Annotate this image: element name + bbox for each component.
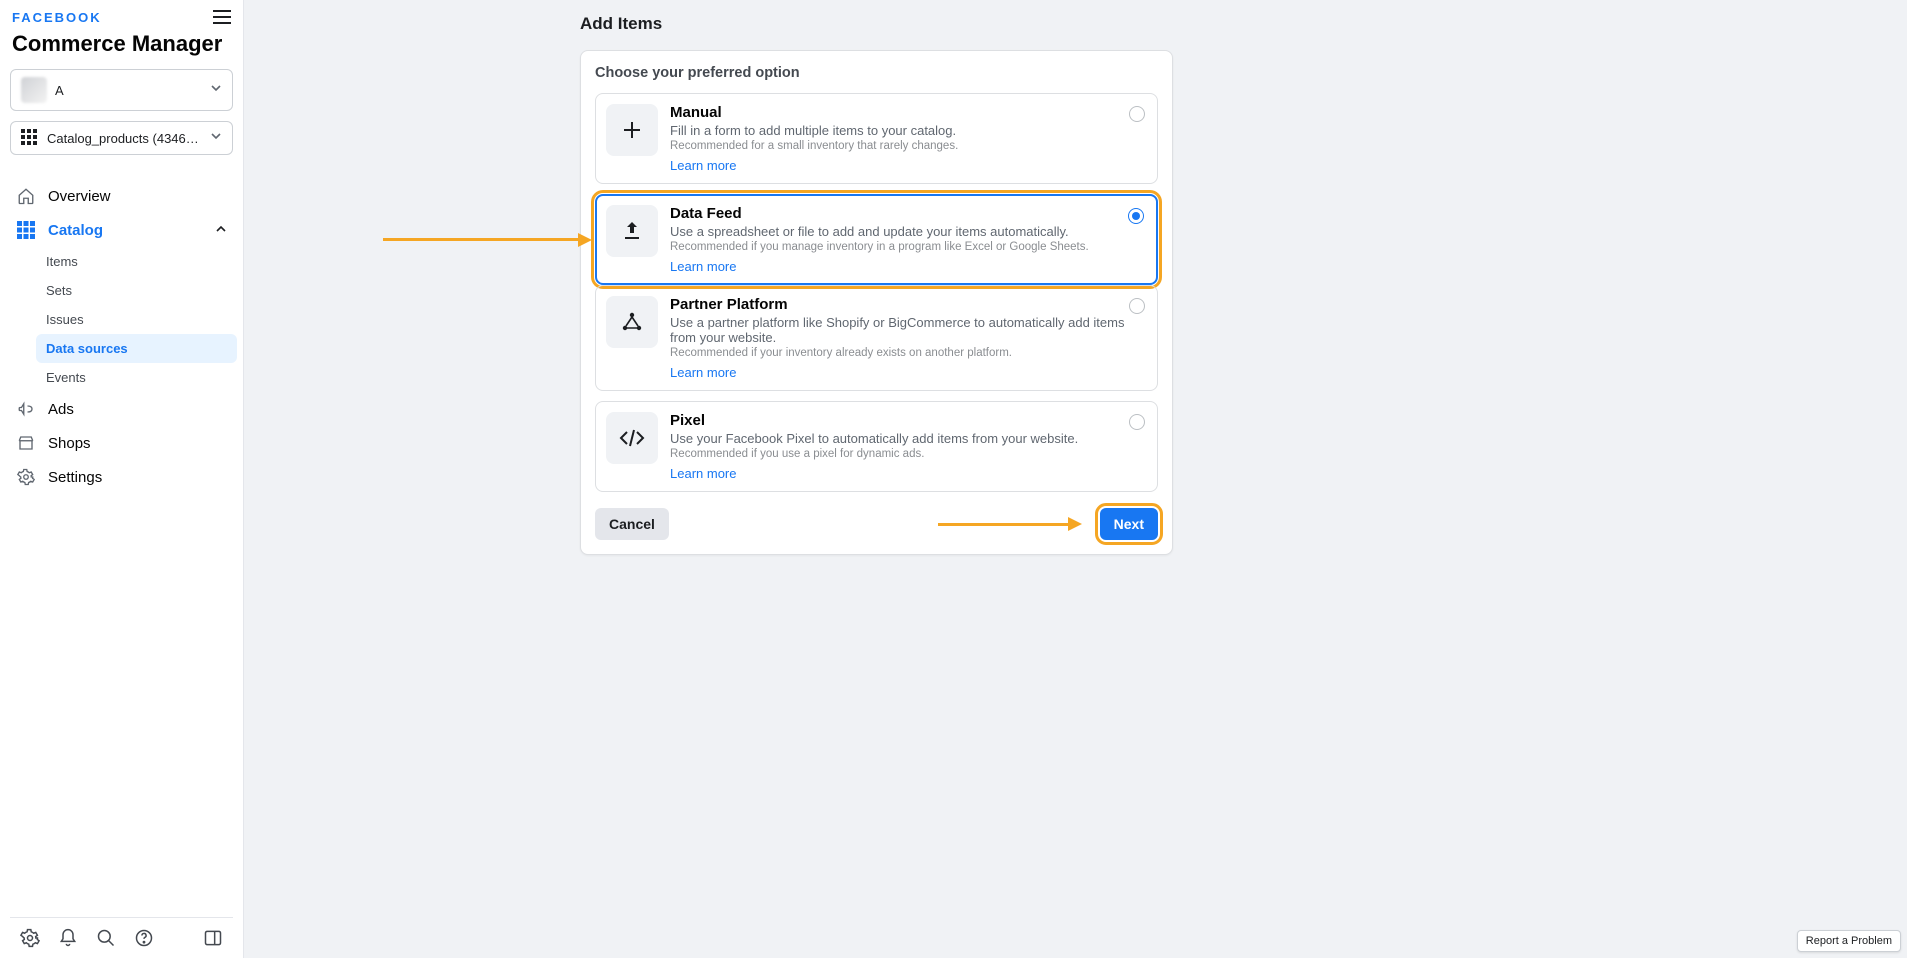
nav-overview-label: Overview xyxy=(48,188,111,205)
option-pixel-desc: Use your Facebook Pixel to automatically… xyxy=(670,431,1078,446)
megaphone-icon xyxy=(16,400,36,418)
gear-icon xyxy=(16,468,36,486)
option-manual-rec: Recommended for a small inventory that r… xyxy=(670,140,958,152)
sidebar-nav: Overview Catalog Items Sets Issues Data … xyxy=(0,175,243,917)
option-partner[interactable]: Partner Platform Use a partner platform … xyxy=(595,285,1158,391)
option-pixel-title: Pixel xyxy=(670,412,1078,429)
option-manual-title: Manual xyxy=(670,104,958,121)
option-data-feed-desc: Use a spreadsheet or file to add and upd… xyxy=(670,224,1089,239)
product-title: Commerce Manager xyxy=(12,31,231,57)
subnav-items[interactable]: Items xyxy=(36,247,237,276)
subnav-issues[interactable]: Issues xyxy=(36,305,237,334)
chevron-down-icon xyxy=(210,129,222,147)
nav-overview[interactable]: Overview xyxy=(6,179,237,213)
nav-ads[interactable]: Ads xyxy=(6,392,237,426)
catalog-subnav: Items Sets Issues Data sources Events xyxy=(6,247,237,392)
nav-settings[interactable]: Settings xyxy=(6,460,237,494)
subnav-data-sources[interactable]: Data sources xyxy=(36,334,237,363)
option-manual[interactable]: Manual Fill in a form to add multiple it… xyxy=(595,93,1158,184)
hamburger-menu-icon[interactable] xyxy=(213,10,231,24)
chevron-down-icon xyxy=(210,81,222,99)
option-manual-desc: Fill in a form to add multiple items to … xyxy=(670,123,958,138)
footer-help-icon[interactable] xyxy=(134,928,154,948)
subnav-events[interactable]: Events xyxy=(36,363,237,392)
option-pixel-radio[interactable] xyxy=(1129,414,1145,430)
sidebar: FACEBOOK Commerce Manager A Catalog_prod… xyxy=(0,0,244,958)
option-data-feed[interactable]: Data Feed Use a spreadsheet or file to a… xyxy=(595,194,1158,285)
account-label: A xyxy=(55,83,202,98)
code-icon xyxy=(606,412,658,464)
option-partner-desc: Use a partner platform like Shopify or B… xyxy=(670,315,1145,345)
partner-icon xyxy=(606,296,658,348)
catalog-label: Catalog_products (43461994... xyxy=(47,131,202,146)
nav-settings-label: Settings xyxy=(48,469,102,486)
option-pixel-link[interactable]: Learn more xyxy=(670,466,736,481)
annotation-arrow-next xyxy=(938,517,1082,531)
option-partner-link[interactable]: Learn more xyxy=(670,365,736,380)
footer-panel-icon[interactable] xyxy=(203,928,223,948)
option-partner-rec: Recommended if your inventory already ex… xyxy=(670,347,1145,359)
option-partner-radio[interactable] xyxy=(1129,298,1145,314)
account-avatar xyxy=(21,77,47,103)
cancel-button[interactable]: Cancel xyxy=(595,508,669,540)
card-title: Choose your preferred option xyxy=(595,65,1158,81)
option-data-feed-link[interactable]: Learn more xyxy=(670,259,736,274)
brand-logo: FACEBOOK xyxy=(12,10,231,25)
subnav-sets[interactable]: Sets xyxy=(36,276,237,305)
nav-shops[interactable]: Shops xyxy=(6,426,237,460)
option-pixel[interactable]: Pixel Use your Facebook Pixel to automat… xyxy=(595,401,1158,492)
footer-search-icon[interactable] xyxy=(96,928,116,948)
action-row: Cancel Next xyxy=(595,508,1158,540)
annotation-arrow-option xyxy=(383,233,592,247)
grid-icon xyxy=(21,129,39,147)
option-partner-title: Partner Platform xyxy=(670,296,1145,313)
footer-settings-icon[interactable] xyxy=(20,928,40,948)
option-data-feed-radio[interactable] xyxy=(1128,208,1144,224)
selectors: A Catalog_products (43461994... xyxy=(0,65,243,175)
page-title: Add Items xyxy=(580,14,1173,34)
report-problem-button[interactable]: Report a Problem xyxy=(1797,930,1901,952)
plus-icon xyxy=(606,104,658,156)
storefront-icon xyxy=(16,434,36,452)
option-manual-radio[interactable] xyxy=(1129,106,1145,122)
footer-bell-icon[interactable] xyxy=(58,928,78,948)
sidebar-header: FACEBOOK Commerce Manager xyxy=(0,0,243,65)
option-pixel-rec: Recommended if you use a pixel for dynam… xyxy=(670,448,1078,460)
home-icon xyxy=(16,187,36,205)
option-data-feed-title: Data Feed xyxy=(670,205,1089,222)
nav-shops-label: Shops xyxy=(48,435,91,452)
sidebar-footer xyxy=(10,917,233,958)
catalog-selector[interactable]: Catalog_products (43461994... xyxy=(10,121,233,155)
nav-catalog-label: Catalog xyxy=(48,222,103,239)
option-data-feed-rec: Recommended if you manage inventory in a… xyxy=(670,241,1089,253)
nav-ads-label: Ads xyxy=(48,401,74,418)
chevron-up-icon xyxy=(215,222,227,239)
next-button[interactable]: Next xyxy=(1100,508,1158,540)
options-card: Choose your preferred option Manual Fill… xyxy=(580,50,1173,555)
option-manual-link[interactable]: Learn more xyxy=(670,158,736,173)
upload-icon xyxy=(606,205,658,257)
nav-catalog[interactable]: Catalog xyxy=(6,213,237,247)
catalog-grid-icon xyxy=(16,221,36,239)
main-content: Add Items Choose your preferred option M… xyxy=(244,0,1907,958)
account-selector[interactable]: A xyxy=(10,69,233,111)
